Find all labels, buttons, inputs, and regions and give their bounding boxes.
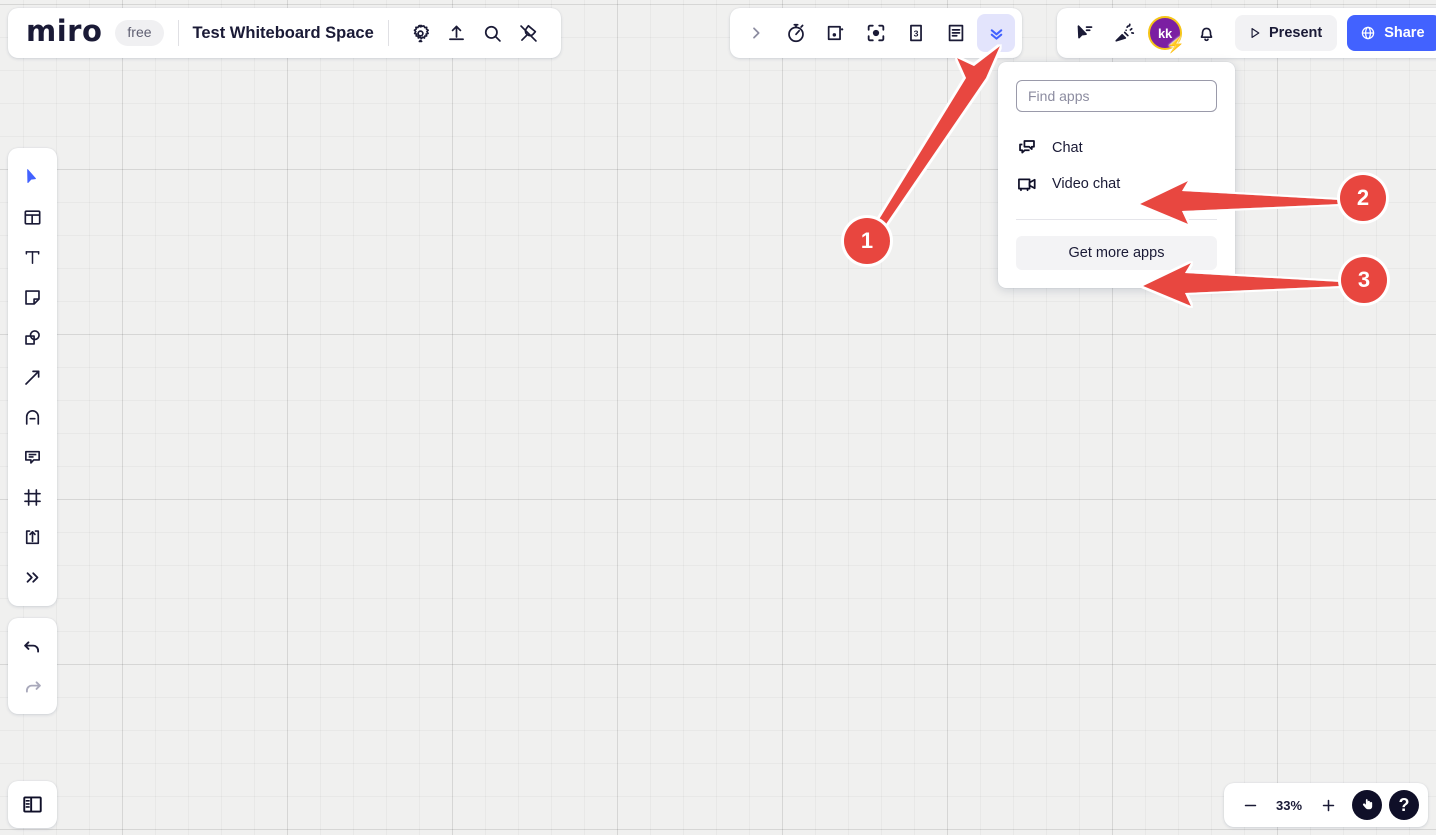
pen-tool[interactable]: [13, 397, 53, 437]
undo-icon[interactable]: [13, 626, 53, 666]
shapes-tool[interactable]: [13, 317, 53, 357]
search-icon[interactable]: [475, 15, 511, 51]
miro-board-app: miro free Test Whiteboard Space 3 kk ⚡ P…: [0, 0, 1436, 835]
get-more-apps-button[interactable]: Get more apps: [1016, 236, 1217, 270]
header-center-bar: 3: [730, 8, 1022, 58]
pointer-cursor-button[interactable]: [1352, 790, 1382, 820]
voting-icon[interactable]: 3: [897, 14, 935, 52]
zoom-out-button[interactable]: [1233, 788, 1267, 822]
focus-icon[interactable]: [857, 14, 895, 52]
miro-logo[interactable]: miro: [26, 16, 102, 50]
more-apps-chevron-button[interactable]: [977, 14, 1015, 52]
avatar[interactable]: kk ⚡: [1148, 16, 1185, 54]
cursor-chat-icon[interactable]: [1065, 14, 1103, 52]
gear-icon[interactable]: [403, 15, 439, 51]
svg-text:3: 3: [914, 28, 919, 38]
apps-list: Chat Video chat: [1016, 130, 1217, 202]
more-tools-icon[interactable]: [13, 557, 53, 597]
video-chat-app-item[interactable]: Video chat: [1010, 166, 1223, 202]
present-label: Present: [1269, 25, 1323, 41]
globe-icon: [1361, 26, 1375, 40]
connector-tool[interactable]: [13, 357, 53, 397]
present-button[interactable]: Present: [1235, 15, 1338, 51]
zoom-level-label[interactable]: 33%: [1269, 798, 1309, 813]
chat-app-label: Chat: [1052, 140, 1083, 156]
upload-icon[interactable]: [439, 15, 475, 51]
plugin-icon[interactable]: [511, 15, 547, 51]
left-toolbar: [8, 148, 57, 606]
celebrate-icon[interactable]: [1105, 14, 1143, 52]
chat-app-item[interactable]: Chat: [1010, 130, 1223, 166]
video-camera-icon: [1016, 173, 1038, 195]
panel-divider: [1016, 219, 1217, 220]
help-button[interactable]: ?: [1389, 790, 1419, 820]
share-button[interactable]: Share: [1347, 15, 1436, 51]
timer-icon[interactable]: [777, 14, 815, 52]
notes-icon[interactable]: [937, 14, 975, 52]
lightning-bolt-icon: ⚡: [1166, 37, 1185, 54]
templates-tool[interactable]: [13, 197, 53, 237]
apps-dropdown-panel: Chat Video chat Get more apps: [998, 62, 1235, 288]
frame-tool[interactable]: [13, 477, 53, 517]
undo-redo-bar: [8, 618, 57, 714]
header-left-bar: miro free Test Whiteboard Space: [8, 8, 561, 58]
screenshare-icon[interactable]: [817, 14, 855, 52]
zoom-bar: 33% ?: [1224, 783, 1428, 827]
sticky-note-tool[interactable]: [13, 277, 53, 317]
divider: [387, 20, 389, 46]
comment-tool[interactable]: [13, 437, 53, 477]
zoom-in-button[interactable]: [1311, 788, 1345, 822]
plus-icon: [1322, 799, 1334, 811]
select-tool[interactable]: [13, 157, 53, 197]
share-label: Share: [1384, 25, 1425, 41]
chat-bubbles-icon: [1016, 137, 1038, 159]
divider: [177, 20, 179, 46]
video-chat-app-label: Video chat: [1052, 176, 1121, 192]
hand-pointer-icon: [1362, 799, 1373, 810]
redo-icon[interactable]: [13, 666, 53, 706]
board-title[interactable]: Test Whiteboard Space: [193, 24, 374, 43]
text-tool[interactable]: [13, 237, 53, 277]
panel-toggle-button[interactable]: [8, 781, 57, 828]
find-apps-input[interactable]: [1016, 80, 1217, 112]
plan-badge[interactable]: free: [115, 20, 164, 46]
upload-tool[interactable]: [13, 517, 53, 557]
sidebar-panel-icon: [23, 796, 42, 813]
header-right-bar: kk ⚡ Present Share: [1057, 8, 1436, 58]
play-icon: [1251, 28, 1260, 38]
chevron-right-icon[interactable]: [737, 14, 775, 52]
help-label: ?: [1398, 795, 1410, 815]
minus-icon: [1244, 804, 1256, 806]
notification-bell-icon[interactable]: [1187, 14, 1225, 52]
